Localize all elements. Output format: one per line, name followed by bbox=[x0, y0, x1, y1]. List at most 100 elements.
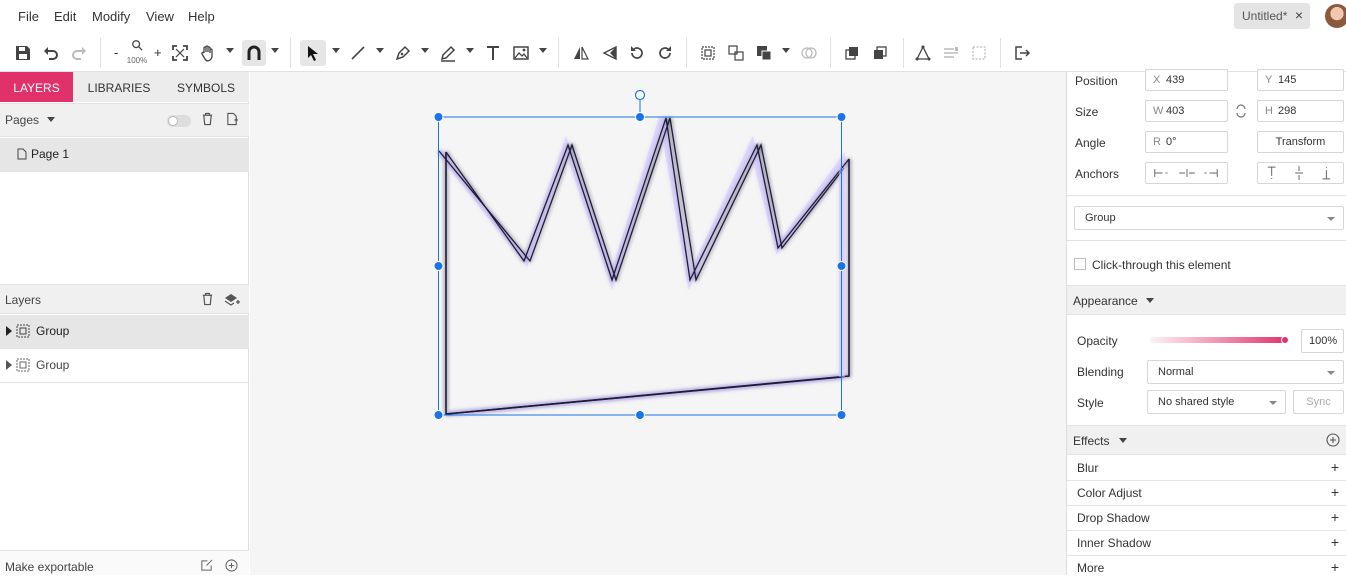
plus-icon[interactable]: + bbox=[1331, 509, 1339, 525]
chevron-down-icon[interactable] bbox=[466, 48, 474, 53]
send-backward-icon[interactable] bbox=[870, 43, 890, 63]
plus-icon[interactable]: + bbox=[1331, 534, 1339, 550]
flip-vertical-icon[interactable] bbox=[600, 43, 620, 63]
sync-button[interactable]: Sync bbox=[1293, 390, 1344, 414]
zoom-control[interactable]: 100% bbox=[126, 39, 148, 65]
fit-screen-icon[interactable] bbox=[170, 43, 190, 63]
menu-modify[interactable]: Modify bbox=[92, 9, 130, 24]
add-export-icon[interactable] bbox=[225, 559, 238, 575]
avatar[interactable] bbox=[1325, 4, 1346, 28]
transform-button[interactable]: Transform bbox=[1257, 131, 1344, 153]
effect-more[interactable]: More + bbox=[1067, 556, 1346, 581]
zoom-in-button[interactable]: + bbox=[154, 45, 162, 60]
boolean-icon[interactable] bbox=[799, 43, 819, 63]
opacity-slider[interactable] bbox=[1149, 336, 1289, 344]
pages-toggle[interactable] bbox=[167, 115, 191, 127]
element-type-select[interactable]: Group bbox=[1074, 206, 1344, 230]
flip-horizontal-icon[interactable] bbox=[571, 43, 591, 63]
add-effect-icon[interactable] bbox=[1326, 433, 1340, 450]
arrange-icon[interactable] bbox=[754, 43, 774, 63]
menu-view[interactable]: View bbox=[146, 9, 174, 24]
lock-ratio-icon[interactable] bbox=[1235, 103, 1247, 122]
chevron-down-icon[interactable] bbox=[376, 48, 384, 53]
layer-row[interactable]: Group bbox=[0, 349, 249, 383]
layer-row[interactable]: Group bbox=[0, 315, 249, 349]
group-icon[interactable] bbox=[698, 43, 718, 63]
effects-header[interactable]: Effects bbox=[1067, 425, 1346, 455]
height-field[interactable]: H 298 bbox=[1257, 100, 1344, 122]
plus-icon[interactable]: + bbox=[1331, 459, 1339, 475]
text-tool-icon[interactable] bbox=[483, 43, 503, 63]
document-tab[interactable]: Untitled* × bbox=[1234, 3, 1310, 29]
chevron-down-icon[interactable] bbox=[271, 48, 279, 53]
shared-style-select[interactable]: No shared style bbox=[1147, 390, 1286, 414]
tab-symbols[interactable]: SYMBOLS bbox=[166, 72, 246, 102]
chevron-down-icon[interactable] bbox=[782, 48, 790, 53]
ungroup-icon[interactable] bbox=[726, 43, 746, 63]
rotation-field[interactable]: R 0° bbox=[1145, 131, 1228, 153]
effect-drop-shadow[interactable]: Drop Shadow + bbox=[1067, 506, 1346, 531]
pen-tool-icon[interactable] bbox=[393, 43, 413, 63]
mask-icon[interactable] bbox=[941, 43, 961, 63]
image-tool-icon[interactable] bbox=[511, 43, 531, 63]
chevron-down-icon[interactable] bbox=[421, 48, 429, 53]
trash-icon[interactable] bbox=[201, 292, 214, 309]
close-icon[interactable]: × bbox=[1295, 7, 1303, 23]
menu-edit[interactable]: Edit bbox=[54, 9, 76, 24]
blending-select[interactable]: Normal bbox=[1147, 360, 1344, 384]
effect-blur[interactable]: Blur + bbox=[1067, 456, 1346, 481]
trash-icon[interactable] bbox=[201, 112, 214, 129]
zoom-out-button[interactable]: - bbox=[114, 45, 118, 60]
page-item[interactable]: Page 1 bbox=[0, 138, 249, 172]
chevron-down-icon[interactable] bbox=[539, 48, 547, 53]
snap-magnet-icon[interactable] bbox=[242, 40, 266, 66]
y-field[interactable]: Y 145 bbox=[1257, 69, 1344, 91]
effect-inner-shadow[interactable]: Inner Shadow + bbox=[1067, 531, 1346, 556]
crop-icon[interactable] bbox=[969, 43, 989, 63]
chevron-down-icon[interactable] bbox=[226, 48, 234, 53]
export-settings-icon[interactable] bbox=[200, 559, 213, 575]
add-page-icon[interactable] bbox=[226, 112, 239, 129]
tab-libraries[interactable]: LIBRARIES bbox=[78, 72, 160, 102]
x-field[interactable]: X 439 bbox=[1145, 69, 1228, 91]
rotate-left-icon[interactable] bbox=[627, 43, 647, 63]
menu-help[interactable]: Help bbox=[188, 9, 215, 24]
appearance-header[interactable]: Appearance bbox=[1067, 285, 1346, 315]
menu-file[interactable]: File bbox=[18, 9, 39, 24]
pencil-tool-icon[interactable] bbox=[438, 43, 458, 63]
add-layer-icon[interactable] bbox=[224, 292, 240, 309]
horizontal-anchors[interactable] bbox=[1145, 162, 1228, 184]
effect-color-adjust[interactable]: Color Adjust + bbox=[1067, 481, 1346, 506]
select-pointer-icon[interactable] bbox=[300, 40, 326, 66]
redo-icon[interactable] bbox=[69, 43, 89, 63]
canvas[interactable] bbox=[250, 72, 1066, 575]
line-tool-icon[interactable] bbox=[348, 43, 368, 63]
selection-box[interactable] bbox=[433, 89, 847, 420]
chevron-down-icon[interactable] bbox=[1146, 298, 1154, 303]
expand-arrow-icon[interactable] bbox=[6, 360, 12, 370]
tab-layers[interactable]: LAYERS bbox=[0, 72, 73, 102]
chevron-down-icon[interactable] bbox=[1119, 438, 1127, 443]
save-icon[interactable] bbox=[13, 43, 33, 63]
hand-icon[interactable] bbox=[198, 43, 218, 63]
plus-icon[interactable]: + bbox=[1331, 559, 1339, 575]
page-icon bbox=[17, 148, 27, 163]
make-exportable-label[interactable]: Make exportable bbox=[5, 560, 94, 574]
chevron-down-icon[interactable] bbox=[47, 117, 55, 122]
rotate-right-icon[interactable] bbox=[655, 43, 675, 63]
artboard-svg[interactable] bbox=[250, 72, 1066, 575]
undo-icon[interactable] bbox=[41, 43, 61, 63]
opacity-field[interactable]: 100% bbox=[1301, 329, 1344, 353]
convert-path-icon[interactable] bbox=[913, 43, 933, 63]
width-field[interactable]: W 403 bbox=[1145, 100, 1228, 122]
vertical-anchors[interactable] bbox=[1257, 162, 1344, 184]
chevron-down-icon[interactable] bbox=[332, 48, 340, 53]
resize-handle bbox=[836, 410, 847, 420]
click-through-checkbox[interactable] bbox=[1074, 258, 1086, 270]
bring-forward-icon[interactable] bbox=[842, 43, 862, 63]
export-icon[interactable] bbox=[1012, 43, 1032, 63]
chevron-down-icon bbox=[1269, 401, 1277, 405]
plus-icon[interactable]: + bbox=[1331, 484, 1339, 500]
expand-arrow-icon[interactable] bbox=[6, 326, 12, 336]
resize-handle bbox=[836, 112, 847, 122]
